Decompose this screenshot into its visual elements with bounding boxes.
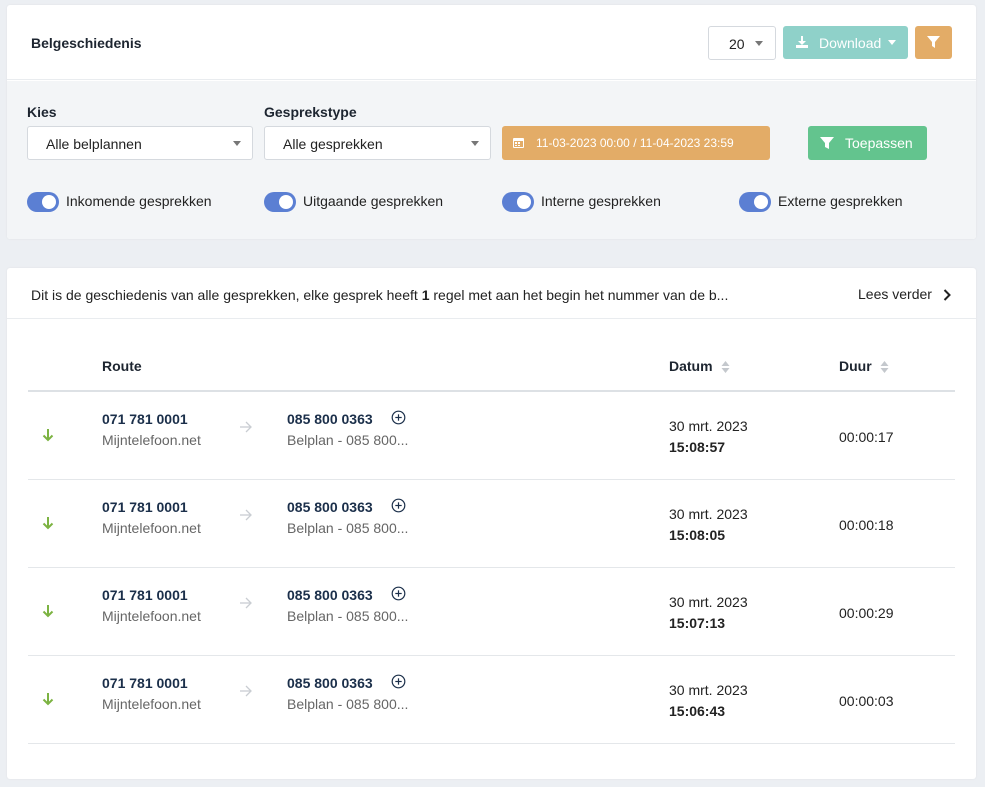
toggle-switch[interactable]: [502, 192, 534, 212]
date-range-button[interactable]: 11-03-2023 00:00 / 11-04-2023 23:59: [502, 126, 770, 160]
call-duration: 00:00:03: [839, 693, 894, 709]
filter-panel: Kies Alle belplannen Gesprekstype Alle g…: [7, 81, 976, 239]
card-header: Belgeschiedenis 20 Download: [7, 5, 976, 80]
sort-icon[interactable]: [721, 360, 730, 374]
filters-card: Belgeschiedenis 20 Download Kies Alle be…: [7, 5, 976, 239]
source-name: Mijntelefoon.net: [102, 696, 201, 712]
date-range-text: 11-03-2023 00:00 / 11-04-2023 23:59: [536, 136, 734, 150]
arrow-right-icon: [240, 509, 252, 521]
arrow-right-icon: [240, 421, 252, 433]
calendar-icon: [513, 138, 524, 148]
source-name: Mijntelefoon.net: [102, 432, 201, 448]
info-text-part: regel met aan het begin het nummer van d…: [429, 287, 729, 303]
incoming-arrow-icon: [42, 605, 54, 618]
download-icon: [796, 36, 808, 48]
call-time: 15:08:05: [669, 527, 726, 543]
belplan-select[interactable]: Alle belplannen: [27, 126, 253, 160]
gesprekstype-label: Gesprekstype: [264, 104, 357, 120]
kies-label: Kies: [27, 104, 57, 120]
incoming-arrow-icon: [42, 517, 54, 530]
plus-circle-icon[interactable]: [391, 586, 406, 601]
table-row[interactable]: 071 781 0001 Mijntelefoon.net 085 800 03…: [28, 568, 955, 656]
page-size-select[interactable]: 20: [708, 26, 776, 60]
column-header-datum[interactable]: Datum: [669, 358, 713, 374]
table-row[interactable]: 071 781 0001 Mijntelefoon.net 085 800 03…: [28, 480, 955, 568]
destination-number: 085 800 0363: [287, 499, 373, 515]
call-time: 15:06:43: [669, 703, 726, 719]
destination-number: 085 800 0363: [287, 411, 373, 427]
toggle-switch[interactable]: [27, 192, 59, 212]
toggle-knob: [517, 195, 531, 209]
history-card: Dit is de geschiedenis van alle gesprekk…: [7, 268, 976, 779]
chevron-down-icon: [471, 141, 479, 146]
call-time: 15:08:57: [669, 439, 726, 455]
call-date: 30 mrt. 2023: [669, 682, 748, 698]
gesprekstype-select[interactable]: Alle gesprekken: [264, 126, 491, 160]
column-header-route: Route: [102, 358, 142, 374]
chevron-right-icon: [943, 289, 951, 301]
chevron-down-icon: [233, 141, 241, 146]
source-number: 071 781 0001: [102, 499, 188, 515]
info-text-part: Dit is de geschiedenis van alle gesprekk…: [31, 287, 422, 303]
toggle-label: Externe gesprekken: [778, 193, 903, 209]
page-size-value: 20: [729, 36, 745, 52]
destination-name: Belplan - 085 800...: [287, 432, 409, 448]
toggle-label: Uitgaande gesprekken: [303, 193, 444, 209]
filter-toggle-button[interactable]: [915, 26, 952, 59]
call-time: 15:07:13: [669, 615, 726, 631]
chevron-down-icon: [888, 40, 896, 45]
destination-number: 085 800 0363: [287, 587, 373, 603]
plus-circle-icon[interactable]: [391, 498, 406, 513]
arrow-right-icon: [240, 597, 252, 609]
incoming-arrow-icon: [42, 429, 54, 442]
source-number: 071 781 0001: [102, 587, 188, 603]
toggle-knob: [42, 195, 56, 209]
arrow-right-icon: [240, 685, 252, 697]
column-header-duur[interactable]: Duur: [839, 358, 872, 374]
chevron-down-icon: [755, 41, 763, 46]
destination-name: Belplan - 085 800...: [287, 696, 409, 712]
toggle-label: Interne gesprekken: [541, 193, 661, 209]
info-text: Dit is de geschiedenis van alle gesprekk…: [31, 287, 728, 303]
belplan-select-value: Alle belplannen: [46, 136, 142, 152]
filter-icon: [927, 36, 940, 48]
call-duration: 00:00:18: [839, 517, 894, 533]
destination-number: 085 800 0363: [287, 675, 373, 691]
download-button[interactable]: Download: [783, 26, 908, 59]
call-duration: 00:00:29: [839, 605, 894, 621]
source-number: 071 781 0001: [102, 411, 188, 427]
sort-icon[interactable]: [880, 360, 889, 374]
info-bar: Dit is de geschiedenis van alle gesprekk…: [7, 268, 976, 319]
table-row[interactable]: 071 781 0001 Mijntelefoon.net 085 800 03…: [28, 392, 955, 480]
source-number: 071 781 0001: [102, 675, 188, 691]
call-date: 30 mrt. 2023: [669, 418, 748, 434]
apply-button[interactable]: Toepassen: [808, 126, 927, 160]
gesprekstype-select-value: Alle gesprekken: [283, 136, 383, 152]
call-date: 30 mrt. 2023: [669, 506, 748, 522]
call-duration: 00:00:17: [839, 429, 894, 445]
destination-name: Belplan - 085 800...: [287, 608, 409, 624]
read-more-label: Lees verder: [858, 286, 932, 302]
apply-label: Toepassen: [845, 135, 913, 151]
destination-name: Belplan - 085 800...: [287, 520, 409, 536]
plus-circle-icon[interactable]: [391, 674, 406, 689]
read-more-link[interactable]: Lees verder: [858, 286, 951, 302]
incoming-arrow-icon: [42, 693, 54, 706]
filter-icon: [820, 137, 834, 149]
toggle-switch[interactable]: [264, 192, 296, 212]
page-title: Belgeschiedenis: [31, 35, 142, 51]
toggle-label: Inkomende gesprekken: [66, 193, 212, 209]
toggle-switch[interactable]: [739, 192, 771, 212]
toggle-knob: [279, 195, 293, 209]
toggle-knob: [754, 195, 768, 209]
source-name: Mijntelefoon.net: [102, 520, 201, 536]
download-label: Download: [819, 35, 882, 51]
source-name: Mijntelefoon.net: [102, 608, 201, 624]
plus-circle-icon[interactable]: [391, 410, 406, 425]
call-date: 30 mrt. 2023: [669, 594, 748, 610]
table-row[interactable]: 071 781 0001 Mijntelefoon.net 085 800 03…: [28, 656, 955, 744]
